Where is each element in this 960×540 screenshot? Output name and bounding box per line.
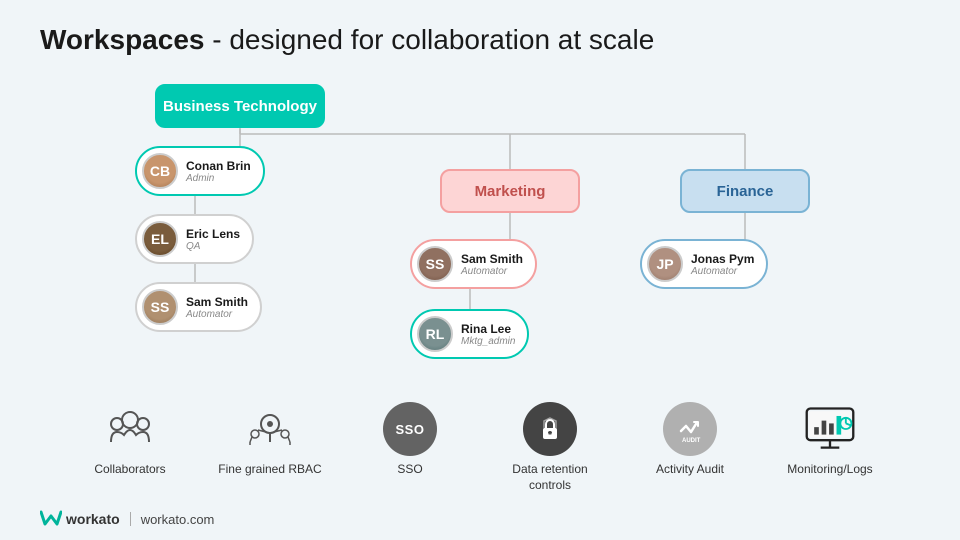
avatar-conan: CB [142, 153, 178, 189]
monitoring-label: Monitoring/Logs [787, 462, 872, 478]
person-name-eric: Eric Lens [186, 227, 240, 241]
sso-label: SSO [397, 462, 422, 478]
person-role-sam-mkt: Automator [461, 266, 523, 277]
workato-w-icon [40, 510, 62, 528]
feature-monitoring: Monitoring/Logs [770, 402, 890, 478]
avatar-sam-mkt: SS [417, 246, 453, 282]
person-role-rina: Mktg_admin [461, 336, 515, 347]
person-card-rina: RL Rina Lee Mktg_admin [410, 309, 529, 359]
activity-audit-icon: AUDIT [663, 402, 717, 456]
monitoring-icon [803, 402, 857, 456]
footer: workato workato.com [40, 510, 214, 528]
person-name-jonas: Jonas Pym [691, 252, 754, 266]
slide: Workspaces - designed for collaboration … [0, 0, 960, 540]
person-info-rina: Rina Lee Mktg_admin [461, 322, 515, 347]
sso-icon: SSO [383, 402, 437, 456]
rbac-icon [243, 402, 297, 456]
activity-audit-label: Activity Audit [656, 462, 724, 478]
features-row: Collaborators [40, 392, 920, 493]
collaborators-svg [103, 402, 157, 456]
data-retention-icon [523, 402, 577, 456]
workato-logo: workato [40, 510, 120, 528]
person-info-conan: Conan Brin Admin [186, 159, 251, 184]
person-card-eric: EL Eric Lens QA [135, 214, 254, 264]
person-card-conan: CB Conan Brin Admin [135, 146, 265, 196]
person-card-sam-biz: SS Sam Smith Automator [135, 282, 262, 332]
audit-circle: AUDIT [663, 402, 717, 456]
avatar-eric: EL [142, 221, 178, 257]
person-info-sam-biz: Sam Smith Automator [186, 295, 248, 320]
person-card-jonas: JP Jonas Pym Automator [640, 239, 768, 289]
avatar-jonas: JP [647, 246, 683, 282]
person-name-conan: Conan Brin [186, 159, 251, 173]
person-role-eric: QA [186, 241, 240, 252]
workspace-biz-tech: Business Technology [155, 84, 325, 128]
person-role-jonas: Automator [691, 266, 754, 277]
feature-rbac: Fine grained RBAC [210, 402, 330, 478]
lock-svg [536, 415, 564, 443]
feature-sso: SSO SSO [350, 402, 470, 478]
person-name-rina: Rina Lee [461, 322, 515, 336]
org-chart: Business Technology Marketing Finance CB… [40, 74, 920, 384]
page-title: Workspaces - designed for collaboration … [40, 24, 920, 56]
person-info-eric: Eric Lens QA [186, 227, 240, 252]
monitor-svg [803, 405, 857, 453]
workato-brand: workato [66, 511, 120, 527]
collaborators-label: Collaborators [94, 462, 165, 478]
audit-svg: AUDIT [675, 414, 705, 444]
data-retention-label: Data retention controls [490, 462, 610, 493]
footer-divider [130, 512, 131, 526]
person-info-sam-mkt: Sam Smith Automator [461, 252, 523, 277]
feature-data-retention: Data retention controls [490, 402, 610, 493]
person-name-sam-biz: Sam Smith [186, 295, 248, 309]
feature-activity-audit: AUDIT Activity Audit [630, 402, 750, 478]
workspace-finance: Finance [680, 169, 810, 213]
avatar-rina: RL [417, 316, 453, 352]
rbac-label: Fine grained RBAC [218, 462, 321, 478]
person-info-jonas: Jonas Pym Automator [691, 252, 754, 277]
data-retention-circle [523, 402, 577, 456]
person-role-conan: Admin [186, 173, 251, 184]
sso-circle: SSO [383, 402, 437, 456]
feature-collaborators: Collaborators [70, 402, 190, 478]
person-name-sam-mkt: Sam Smith [461, 252, 523, 266]
workato-url: workato.com [141, 512, 215, 527]
svg-text:AUDIT: AUDIT [682, 438, 701, 444]
collaborators-icon [103, 402, 157, 456]
person-role-sam-biz: Automator [186, 309, 248, 320]
avatar-sam-biz: SS [142, 289, 178, 325]
person-card-sam-mkt: SS Sam Smith Automator [410, 239, 537, 289]
workspace-marketing: Marketing [440, 169, 580, 213]
sso-text: SSO [396, 422, 425, 437]
rbac-svg [243, 402, 297, 456]
